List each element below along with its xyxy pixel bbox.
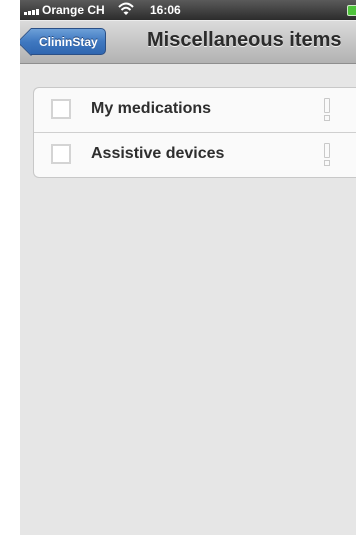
checkbox[interactable] bbox=[51, 99, 71, 119]
list-item-my-medications[interactable]: My medications bbox=[34, 88, 356, 133]
wifi-icon bbox=[118, 2, 134, 15]
battery-icon bbox=[347, 5, 356, 16]
list-item-label: My medications bbox=[91, 100, 212, 117]
exclamation-icon bbox=[324, 143, 330, 167]
back-button[interactable]: ClininStay bbox=[31, 28, 106, 55]
checkbox[interactable] bbox=[51, 144, 71, 164]
page-title: Miscellaneous items bbox=[147, 29, 342, 51]
items-list: My medications Assistive devices bbox=[33, 87, 356, 178]
list-item-assistive-devices[interactable]: Assistive devices bbox=[34, 133, 356, 177]
app-screen: Orange CH 16:06 ClininStay Miscellaneous… bbox=[20, 0, 356, 535]
signal-strength-icon bbox=[24, 7, 44, 15]
back-button-label: ClininStay bbox=[39, 35, 98, 49]
list-item-label: Assistive devices bbox=[91, 145, 225, 162]
status-time: 16:06 bbox=[150, 3, 181, 17]
carrier-name: Orange CH bbox=[42, 3, 105, 17]
navigation-bar: ClininStay Miscellaneous items bbox=[20, 20, 356, 64]
status-bar: Orange CH 16:06 bbox=[20, 0, 356, 20]
exclamation-icon bbox=[324, 98, 330, 122]
